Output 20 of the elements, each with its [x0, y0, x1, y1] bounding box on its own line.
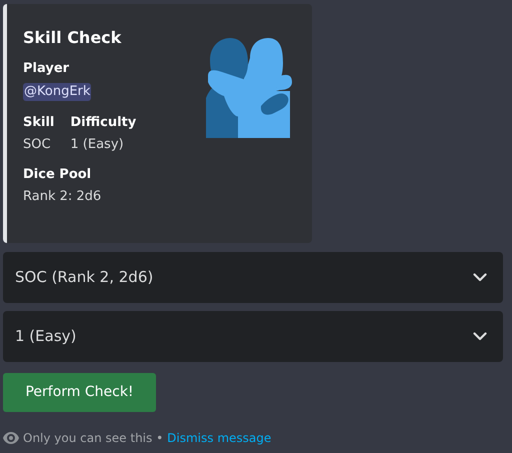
chevron-down-icon [473, 273, 487, 282]
field-name: Player [23, 60, 70, 78]
ephemeral-note: Only you can see this • [23, 430, 164, 447]
embed-title: Skill Check [23, 28, 122, 48]
selected-option: 1 (Easy) [15, 325, 76, 348]
eye-icon [3, 432, 19, 444]
dropdown-select[interactable]: SOC (Rank 2, 2d6) [3, 252, 503, 303]
field-value: SOC [23, 136, 52, 154]
perform-check-button[interactable]: Perform Check! [3, 373, 156, 412]
hugging-people-icon [206, 38, 292, 138]
field-name: Dice Pool [23, 166, 92, 184]
dismiss-message-link[interactable]: Dismiss message [167, 429, 272, 447]
dropdown-select[interactable]: 1 (Easy) [3, 311, 503, 362]
chevron-down-icon [473, 332, 487, 341]
field-name: Difficulty [70, 114, 136, 132]
field-value: Rank 2: 2d6 [23, 188, 102, 206]
user-mention[interactable]: @KongErk [23, 83, 92, 101]
selected-option: SOC (Rank 2, 2d6) [15, 266, 154, 289]
field-name: Skill [23, 114, 54, 132]
field-value: 1 (Easy) [70, 136, 125, 154]
